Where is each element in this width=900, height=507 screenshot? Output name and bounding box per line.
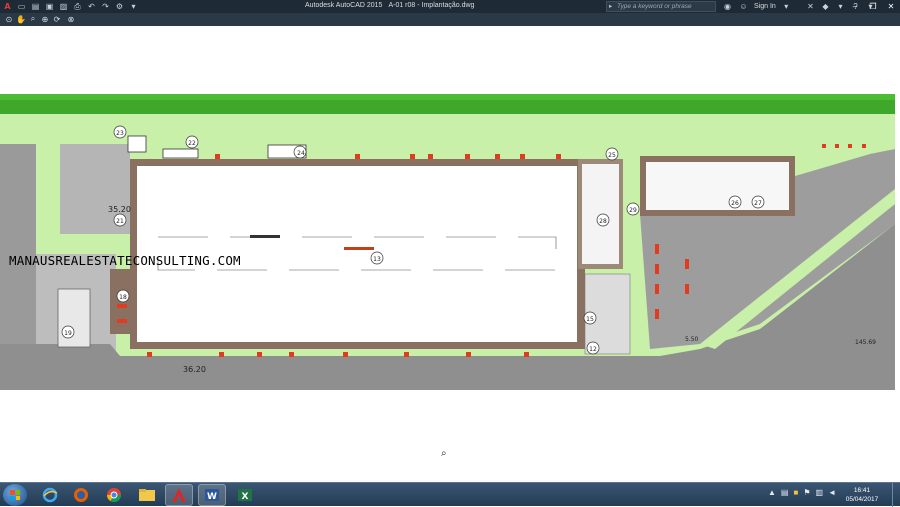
save-icon[interactable]: ▣ bbox=[44, 1, 55, 12]
label-22: 22 bbox=[188, 140, 196, 147]
svg-text:X: X bbox=[242, 492, 249, 502]
watermark-text: MANAUSREALESTATECONSULTING.COM bbox=[9, 253, 241, 268]
word-icon[interactable]: W bbox=[198, 484, 226, 506]
label-28: 28 bbox=[599, 218, 607, 225]
minimize-button[interactable]: – bbox=[848, 1, 862, 11]
document-name: A-01 r08 - Implantação.dwg bbox=[388, 2, 475, 9]
system-tray: ▲ ▤ ■ ⚑ ▥ ◄ bbox=[768, 488, 836, 497]
label-18: 18 bbox=[119, 294, 127, 301]
dimension-small: 5.50 bbox=[685, 336, 699, 343]
print-icon[interactable]: ⎙ bbox=[72, 1, 83, 12]
dropdown-icon[interactable]: ▾ bbox=[128, 1, 139, 12]
admin-interior bbox=[646, 162, 789, 210]
autodesk-360-icon[interactable]: ◆ bbox=[820, 1, 831, 12]
autocad-taskbar-icon[interactable] bbox=[165, 484, 193, 506]
zoom-icon[interactable]: ⌕ bbox=[28, 14, 38, 24]
autocad-logo-icon[interactable]: A bbox=[2, 1, 13, 12]
network-icon[interactable]: ▥ bbox=[816, 488, 824, 497]
top-structure bbox=[162, 148, 199, 159]
svg-text:W: W bbox=[207, 492, 217, 502]
label-24: 24 bbox=[297, 150, 305, 157]
taskbar-clock[interactable]: 16:41 05/04/2017 bbox=[840, 486, 884, 504]
service-interior bbox=[582, 164, 619, 264]
zoom-window-icon[interactable]: ⊕ bbox=[40, 14, 50, 24]
window-title: Autodesk AutoCAD 2015 A-01 r08 - Implant… bbox=[305, 2, 474, 9]
label-13: 13 bbox=[373, 256, 381, 263]
firefox-icon[interactable] bbox=[67, 484, 95, 506]
site-plan-drawing[interactable]: 35.20 36.20 145.69 5.50 24 25 26 27 28 2… bbox=[0, 94, 900, 390]
nav-toolbar: ⊙ ✋ ⌕ ⊕ ⟳ ⊗ bbox=[0, 13, 900, 26]
user-icon: ☺ bbox=[739, 2, 748, 11]
flag-icon[interactable]: ⚑ bbox=[803, 488, 810, 497]
cursor-icon: ⌕ bbox=[441, 448, 447, 459]
search-input[interactable]: ▸ Type a keyword or phrase bbox=[606, 1, 716, 12]
onedrive-icon[interactable]: ■ bbox=[793, 488, 798, 497]
show-desktop-button[interactable] bbox=[892, 483, 900, 507]
title-bar: A ▭ ▤ ▣ ▨ ⎙ ↶ ↷ ⚙ ▾ Autodesk AutoCAD 201… bbox=[0, 0, 900, 13]
gatehouse bbox=[127, 135, 147, 153]
dimension-right: 145.69 bbox=[855, 339, 876, 346]
workspace-icon[interactable]: ⚙ bbox=[114, 1, 125, 12]
restore-button[interactable]: ❐ bbox=[866, 1, 880, 11]
keyboard-icon[interactable]: ▤ bbox=[781, 488, 789, 497]
vegetation-edge bbox=[0, 94, 895, 100]
chrome-icon[interactable] bbox=[100, 484, 128, 506]
left-road bbox=[0, 144, 36, 344]
clock-date: 05/04/2017 bbox=[845, 496, 879, 503]
label-19: 19 bbox=[64, 330, 72, 337]
show-hidden-icons-icon[interactable]: ▲ bbox=[768, 488, 776, 497]
rack-marker bbox=[344, 247, 374, 250]
windows-logo-icon bbox=[10, 490, 20, 500]
orbit-icon[interactable]: ⟳ bbox=[52, 14, 62, 24]
label-27: 27 bbox=[754, 200, 762, 207]
clock-time: 16:41 bbox=[853, 487, 871, 494]
binoculars-icon[interactable]: ◉ bbox=[722, 1, 733, 12]
search-placeholder: Type a keyword or phrase bbox=[617, 3, 692, 10]
label-15: 15 bbox=[586, 316, 594, 323]
label-12: 12 bbox=[589, 346, 597, 353]
sign-in-label[interactable]: Sign In bbox=[754, 3, 776, 10]
rack-marker bbox=[250, 235, 280, 238]
volume-icon[interactable]: ◄ bbox=[828, 488, 836, 497]
exchange-icon[interactable]: ✕ bbox=[805, 1, 816, 12]
search-arrow-icon: ▸ bbox=[609, 3, 613, 10]
app-name: Autodesk AutoCAD 2015 bbox=[305, 2, 383, 9]
chevron-down-icon[interactable]: ▾ bbox=[835, 1, 846, 12]
sign-in-area[interactable]: ◉ ☺ Sign In ▾ bbox=[722, 1, 792, 12]
close-button[interactable]: ✕ bbox=[884, 1, 898, 11]
pan-icon[interactable]: ✋ bbox=[16, 14, 26, 24]
close-icon[interactable]: ⊗ bbox=[66, 14, 76, 24]
redo-icon[interactable]: ↷ bbox=[100, 1, 111, 12]
label-25: 25 bbox=[608, 152, 616, 159]
chevron-down-icon[interactable]: ▾ bbox=[781, 1, 792, 12]
open-folder-icon[interactable]: ▤ bbox=[30, 1, 41, 12]
excel-icon[interactable]: X bbox=[231, 484, 259, 506]
save-as-icon[interactable]: ▨ bbox=[58, 1, 69, 12]
start-button[interactable] bbox=[3, 484, 27, 506]
dimension-top-left: 35.20 bbox=[108, 205, 131, 214]
label-21: 21 bbox=[116, 218, 124, 225]
internet-explorer-icon[interactable] bbox=[36, 484, 64, 506]
dimension-bottom: 36.20 bbox=[183, 365, 206, 374]
undo-icon[interactable]: ↶ bbox=[86, 1, 97, 12]
label-26: 26 bbox=[731, 200, 739, 207]
file-explorer-icon[interactable] bbox=[133, 484, 161, 506]
label-29: 29 bbox=[629, 207, 637, 214]
steering-wheel-icon[interactable]: ⊙ bbox=[4, 14, 14, 24]
windows-taskbar: W X ▲ ▤ ■ ⚑ ▥ ◄ 16:41 05/04/2017 bbox=[0, 482, 900, 507]
new-file-icon[interactable]: ▭ bbox=[16, 1, 27, 12]
label-23: 23 bbox=[116, 130, 124, 137]
guard-house bbox=[57, 288, 91, 348]
